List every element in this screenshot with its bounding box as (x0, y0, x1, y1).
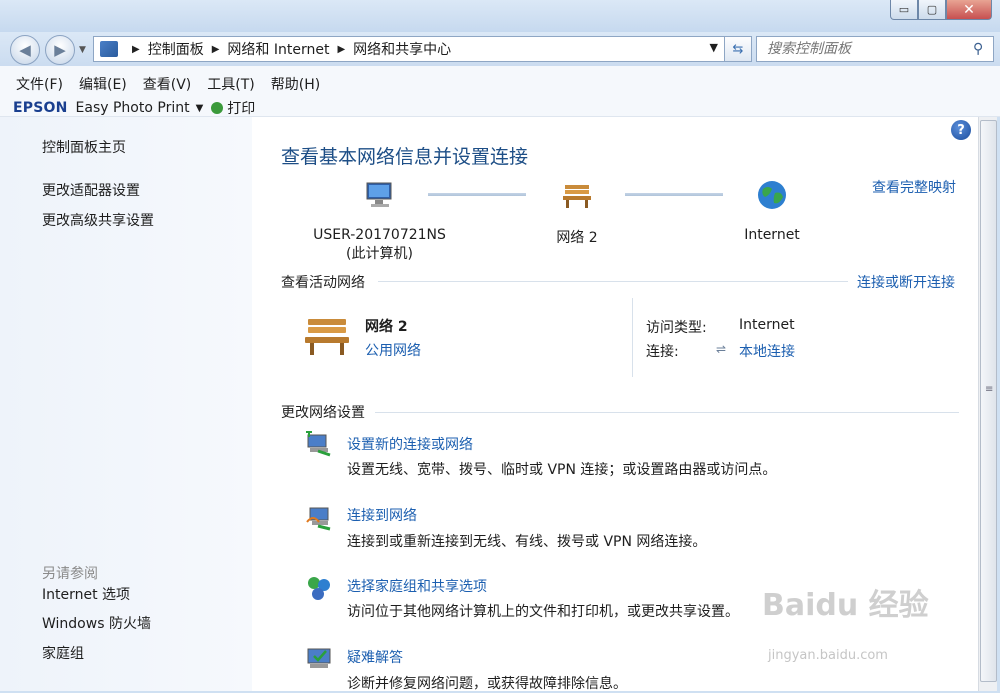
menu-edit[interactable]: 编辑(E) (79, 74, 127, 94)
dropdown-arrow-icon[interactable]: ▼ (196, 103, 204, 114)
network-type-link[interactable]: 公用网络 (365, 340, 421, 360)
see-also-heading: 另请参阅 (42, 566, 98, 582)
forward-button[interactable]: ▶ (45, 35, 75, 65)
page-title: 查看基本网络信息并设置连接 (281, 146, 529, 168)
epson-logo: EPSON (13, 100, 68, 116)
epson-toolbar: EPSON Easy Photo Print ▼ 打印 (13, 98, 255, 118)
arrow-left-icon: ◀ (19, 41, 31, 59)
bench-icon (563, 185, 591, 208)
search-input[interactable] (765, 40, 973, 58)
grip-icon: ≡ (985, 384, 994, 395)
task-connect-network-link[interactable]: 连接到网络 (347, 505, 417, 525)
menu-tools[interactable]: 工具(T) (207, 74, 254, 94)
internet-options-link[interactable]: Internet 选项 (42, 584, 130, 604)
print-icon (211, 102, 224, 114)
help-icon[interactable]: ? (951, 120, 971, 140)
chevron-right-icon[interactable]: ▶ (212, 44, 220, 55)
address-toolbar: ◀ ▶ ▼ ▶ 控制面板 ▶ 网络和 Internet ▶ 网络和共享中心 ▼ … (0, 32, 1000, 66)
divider (378, 281, 848, 282)
control-panel-home-link[interactable]: 控制面板主页 (42, 137, 126, 157)
vertical-scrollbar[interactable]: ≡ (978, 117, 997, 691)
map-connector-line (428, 193, 526, 196)
ethernet-icon: ⇌ (716, 342, 727, 356)
back-button[interactable]: ◀ (10, 35, 40, 65)
navigation-pane: 控制面板主页 更改适配器设置 更改高级共享设置 另请参阅 Internet 选项… (0, 117, 252, 691)
baidu-watermark-url: jingyan.baidu.com (768, 648, 888, 663)
access-type-value: Internet (739, 317, 795, 333)
search-icon[interactable]: ⚲ (973, 41, 993, 57)
window-controls: ▭ ▢ ✕ (890, 0, 992, 20)
internet-node-name: Internet (744, 227, 800, 243)
map-connector-line (625, 193, 723, 196)
computer-name: USER-20170721NS (313, 227, 446, 243)
active-networks-heading: 查看活动网络 (281, 275, 365, 291)
menu-help[interactable]: 帮助(H) (271, 74, 320, 94)
new-connection-icon (306, 431, 331, 457)
change-settings-heading: 更改网络设置 (281, 405, 365, 421)
homegroup-link[interactable]: 家庭组 (42, 643, 84, 663)
task-setup-connection-link[interactable]: 设置新的连接或网络 (347, 434, 473, 454)
address-dropdown-icon[interactable]: ▼ (710, 41, 718, 54)
menu-view[interactable]: 查看(V) (143, 74, 192, 94)
globe-icon (758, 181, 786, 209)
minimize-button[interactable]: ▭ (890, 0, 918, 20)
chevron-right-icon[interactable]: ▶ (337, 44, 345, 55)
scrollbar-thumb[interactable]: ≡ (980, 120, 997, 682)
connect-network-icon (306, 507, 331, 531)
active-network-name: 网络 2 (365, 319, 408, 335)
map-node-internet[interactable]: Internet (732, 179, 812, 243)
chevron-right-icon[interactable]: ▶ (132, 44, 140, 55)
task-homegroup-desc: 访问位于其他网络计算机上的文件和打印机，或更改共享设置。 (347, 604, 739, 620)
map-node-computer[interactable]: USER-20170721NS (此计算机) (297, 179, 462, 263)
maximize-button[interactable]: ▢ (918, 0, 946, 20)
arrow-right-icon: ▶ (54, 41, 66, 59)
connect-disconnect-link[interactable]: 连接或断开连接 (857, 272, 955, 292)
task-homegroup-link[interactable]: 选择家庭组和共享选项 (347, 576, 487, 596)
change-advanced-sharing-link[interactable]: 更改高级共享设置 (42, 210, 154, 230)
breadcrumb-control-panel[interactable]: 控制面板 (148, 39, 204, 59)
easy-photo-print-button[interactable]: Easy Photo Print (76, 100, 190, 116)
menu-bar: 文件(F) 编辑(E) 查看(V) 工具(T) 帮助(H) EPSON Easy… (0, 66, 1000, 117)
task-troubleshoot-desc: 诊断并修复网络问题，或获得故障排除信息。 (347, 676, 627, 692)
local-connection-link[interactable]: 本地连接 (739, 341, 795, 361)
bench-icon (305, 319, 349, 355)
refresh-icon: ⇆ (732, 41, 744, 57)
divider (375, 412, 959, 413)
change-adapter-settings-link[interactable]: 更改适配器设置 (42, 180, 140, 200)
breadcrumb-network-internet[interactable]: 网络和 Internet (227, 39, 329, 59)
windows-firewall-link[interactable]: Windows 防火墙 (42, 613, 151, 633)
address-bar[interactable]: ▶ 控制面板 ▶ 网络和 Internet ▶ 网络和共享中心 ▼ (93, 36, 725, 62)
search-box[interactable]: ⚲ (756, 36, 994, 62)
close-button[interactable]: ✕ (946, 0, 992, 20)
task-setup-connection-desc: 设置无线、宽带、拨号、临时或 VPN 连接；或设置路由器或访问点。 (347, 462, 777, 478)
troubleshoot-icon (307, 648, 331, 668)
task-troubleshoot-link[interactable]: 疑难解答 (347, 647, 403, 667)
recent-pages-dropdown[interactable]: ▼ (79, 45, 86, 55)
baidu-watermark: Baidu 经验 (762, 588, 929, 623)
vertical-divider (632, 298, 633, 377)
control-panel-icon (100, 41, 118, 57)
computer-label: (此计算机) (346, 246, 413, 262)
title-bar: ▭ ▢ ✕ (0, 0, 1000, 32)
map-node-network[interactable]: 网络 2 (532, 179, 622, 247)
task-connect-network-desc: 连接到或重新连接到无线、有线、拨号或 VPN 网络连接。 (347, 534, 707, 550)
breadcrumb-network-sharing-center[interactable]: 网络和共享中心 (353, 39, 451, 59)
computer-icon (366, 182, 391, 207)
access-type-label: 访问类型: (646, 320, 707, 336)
see-full-map-link[interactable]: 查看完整映射 (872, 177, 956, 197)
refresh-button[interactable]: ⇆ (724, 36, 752, 62)
homegroup-icon (308, 577, 330, 600)
network-node-name: 网络 2 (556, 230, 598, 246)
print-button[interactable]: 打印 (227, 98, 255, 118)
menu-file[interactable]: 文件(F) (16, 74, 63, 94)
connection-label: 连接: (646, 344, 679, 360)
